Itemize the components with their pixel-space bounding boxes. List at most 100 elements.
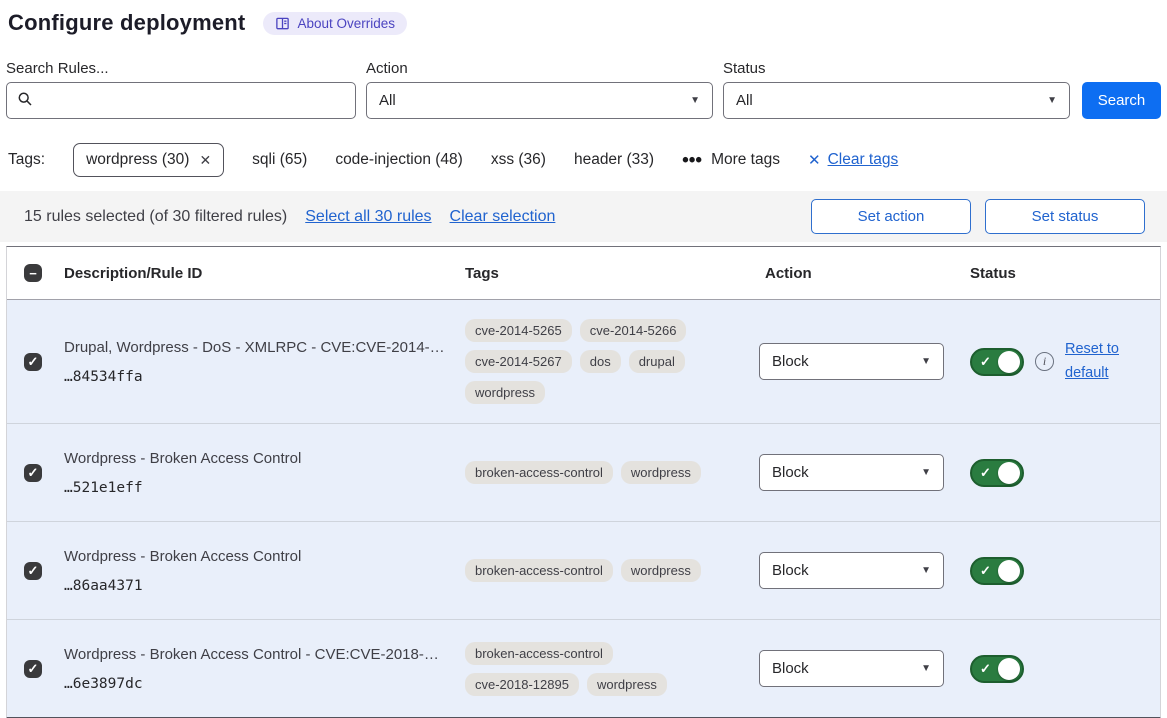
status-filter-label: Status	[723, 60, 1070, 77]
rule-tags: cve-2014-5265 cve-2014-5266 cve-2014-526…	[459, 319, 759, 404]
tag-pill: dos	[580, 350, 621, 373]
set-status-button[interactable]: Set status	[985, 199, 1145, 234]
action-filter-group: Action All ▼	[366, 60, 713, 119]
rule-id: …521e1eff	[64, 480, 451, 496]
close-icon: ✕	[808, 151, 821, 169]
search-rules-label: Search Rules...	[6, 60, 356, 77]
rule-id: …86aa4371	[64, 578, 451, 594]
rule-tags: broken-access-control wordpress	[459, 559, 759, 582]
tag-filter-header[interactable]: header (33)	[574, 151, 654, 169]
tag-filter-sqli[interactable]: sqli (65)	[252, 151, 307, 169]
info-icon[interactable]: i	[1035, 352, 1054, 371]
action-value: Block	[772, 464, 809, 481]
chevron-down-icon: ▼	[690, 95, 700, 106]
tag-pill: broken-access-control	[465, 461, 613, 484]
row-checkbox[interactable]: ✓	[24, 464, 42, 482]
column-header-description: Description/Rule ID	[59, 265, 459, 282]
status-filter-value: All	[736, 92, 753, 109]
select-all-checkbox[interactable]: −	[24, 264, 42, 282]
tag-pill: wordpress	[465, 381, 545, 404]
search-button[interactable]: Search	[1082, 82, 1161, 119]
about-overrides-badge[interactable]: About Overrides	[263, 12, 407, 35]
more-tags-label: More tags	[711, 151, 780, 169]
remove-tag-icon[interactable]: ✕	[199, 152, 211, 169]
tag-pill: wordpress	[621, 559, 701, 582]
status-filter-group: Status All ▼	[723, 60, 1070, 119]
chevron-down-icon: ▼	[921, 356, 931, 367]
rule-id: …84534ffa	[64, 369, 451, 385]
tag-filter-code-injection[interactable]: code-injection (48)	[335, 151, 463, 169]
rule-id: …6e3897dc	[64, 676, 451, 692]
selection-bar: 15 rules selected (of 30 filtered rules)…	[0, 191, 1167, 242]
tag-pill: broken-access-control	[465, 642, 613, 665]
filters-row: Search Rules... Action All ▼ Status	[6, 60, 1161, 119]
check-icon: ✓	[28, 564, 39, 577]
search-icon	[17, 91, 33, 111]
more-tags-button[interactable]: ••• More tags	[682, 151, 780, 170]
status-toggle[interactable]: ✓	[970, 459, 1024, 487]
column-header-status: Status	[964, 265, 1160, 282]
page-title: Configure deployment	[8, 10, 245, 36]
clear-tags-link[interactable]: ✕ Clear tags	[808, 151, 898, 169]
check-icon: ✓	[980, 354, 991, 370]
selection-summary: 15 rules selected (of 30 filtered rules)	[24, 208, 287, 226]
check-icon: ✓	[28, 466, 39, 479]
clear-selection-link[interactable]: Clear selection	[450, 208, 556, 226]
action-filter-value: All	[379, 92, 396, 109]
action-filter-label: Action	[366, 60, 713, 77]
chevron-down-icon: ▼	[921, 565, 931, 576]
rule-tags: broken-access-control cve-2018-12895 wor…	[459, 642, 759, 696]
action-select[interactable]: Block ▼	[759, 650, 944, 687]
tag-pill: drupal	[629, 350, 685, 373]
column-header-tags: Tags	[459, 265, 759, 282]
set-action-button[interactable]: Set action	[811, 199, 971, 234]
status-toggle[interactable]: ✓	[970, 557, 1024, 585]
row-checkbox[interactable]: ✓	[24, 562, 42, 580]
status-toggle[interactable]: ✓	[970, 348, 1024, 376]
toggle-knob	[998, 351, 1020, 373]
tag-pill: cve-2014-5266	[580, 319, 687, 342]
status-toggle[interactable]: ✓	[970, 655, 1024, 683]
ellipsis-icon: •••	[682, 151, 702, 170]
action-value: Block	[772, 353, 809, 370]
toggle-knob	[998, 658, 1020, 680]
tag-pill: cve-2014-5265	[465, 319, 572, 342]
rule-tags: broken-access-control wordpress	[459, 461, 759, 484]
action-select[interactable]: Block ▼	[759, 552, 944, 589]
search-rules-input[interactable]	[41, 92, 345, 109]
search-rules-group: Search Rules...	[6, 60, 356, 119]
tag-pill: cve-2014-5267	[465, 350, 572, 373]
toggle-knob	[998, 462, 1020, 484]
action-select[interactable]: Block ▼	[759, 454, 944, 491]
minus-icon: −	[29, 267, 37, 280]
table-row: ✓ Wordpress - Broken Access Control …521…	[7, 423, 1160, 521]
row-checkbox[interactable]: ✓	[24, 353, 42, 371]
toggle-knob	[998, 560, 1020, 582]
rule-description: Wordpress - Broken Access Control - CVE:…	[64, 645, 451, 665]
check-icon: ✓	[28, 355, 39, 368]
configure-deployment-page: Configure deployment About Overrides Sea…	[0, 0, 1167, 718]
page-header: Configure deployment About Overrides	[6, 10, 1161, 36]
tag-filter-xss[interactable]: xss (36)	[491, 151, 546, 169]
search-rules-box	[6, 82, 356, 119]
action-value: Block	[772, 660, 809, 677]
row-checkbox[interactable]: ✓	[24, 660, 42, 678]
status-filter-select[interactable]: All ▼	[723, 82, 1070, 119]
tags-bar-label: Tags:	[8, 151, 45, 169]
rules-table: − Description/Rule ID Tags Action Status…	[6, 246, 1161, 718]
clear-tags-label: Clear tags	[828, 151, 899, 169]
rule-description: Wordpress - Broken Access Control	[64, 449, 451, 469]
selected-tag-chip-wordpress[interactable]: wordpress (30) ✕	[73, 143, 224, 177]
chevron-down-icon: ▼	[1047, 95, 1057, 106]
tag-pill: broken-access-control	[465, 559, 613, 582]
action-select[interactable]: Block ▼	[759, 343, 944, 380]
reset-to-default-link[interactable]: Reset to default	[1065, 338, 1129, 384]
action-filter-select[interactable]: All ▼	[366, 82, 713, 119]
about-overrides-label: About Overrides	[297, 16, 395, 31]
table-row: ✓ Drupal, Wordpress - DoS - XMLRPC - CVE…	[7, 299, 1160, 423]
select-all-link[interactable]: Select all 30 rules	[305, 208, 431, 226]
table-row: ✓ Wordpress - Broken Access Control - CV…	[7, 619, 1160, 717]
rule-description: Drupal, Wordpress - DoS - XMLRPC - CVE:C…	[64, 338, 451, 358]
selected-tag-label: wordpress (30)	[86, 151, 189, 169]
table-row: ✓ Wordpress - Broken Access Control …86a…	[7, 521, 1160, 619]
